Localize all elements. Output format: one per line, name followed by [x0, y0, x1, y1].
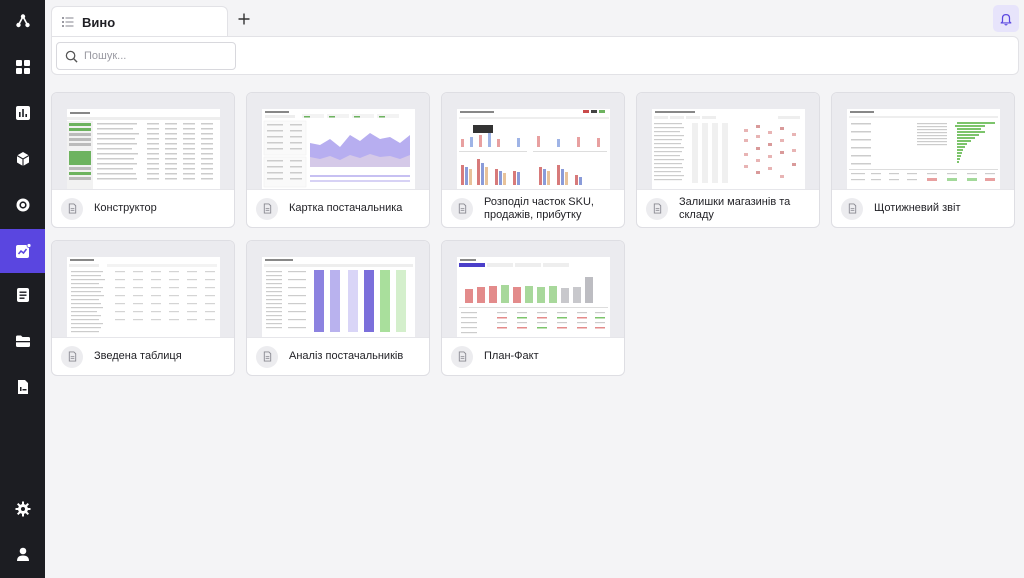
tab-bar: Вино: [45, 0, 1024, 37]
analytics-icon[interactable]: [0, 229, 45, 273]
settings-gear-icon[interactable]: [0, 488, 45, 530]
report-title: Залишки магазинів та складу: [679, 195, 791, 221]
document-icon: [61, 345, 83, 368]
card-footer: Залишки магазинів та складу: [637, 189, 819, 227]
user-profile-icon[interactable]: [0, 533, 45, 575]
card-footer: План-Факт: [442, 337, 624, 375]
tab-label: Вино: [82, 14, 116, 30]
card-footer: Аналіз постачальників: [247, 337, 429, 375]
add-tab-button[interactable]: [235, 10, 253, 28]
report-title: Щотижневий звіт: [874, 202, 961, 214]
report-title: Зведена таблиця: [94, 350, 182, 362]
report-card-pivot-table[interactable]: Зведена таблиця: [51, 240, 235, 376]
search-icon: [65, 50, 78, 63]
search-panel: [51, 36, 1019, 75]
report-preview-image: [457, 109, 610, 189]
card-footer: Щотижневий звіт: [832, 189, 1014, 227]
sidebar: [0, 0, 45, 578]
report-preview-image: [262, 257, 415, 337]
card-footer: Зведена таблиця: [52, 337, 234, 375]
report-card-store-warehouse-stock[interactable]: Залишки магазинів та складу: [636, 92, 820, 228]
search-input[interactable]: [84, 50, 224, 62]
report-preview-image: [457, 257, 610, 337]
report-preview-image: [262, 109, 415, 189]
card-thumbnail-area: [52, 93, 234, 189]
cube-icon[interactable]: [0, 138, 45, 180]
report-title: Розподіл часток SKU, продажів, прибутку: [484, 195, 594, 221]
document-list-icon[interactable]: [0, 274, 45, 316]
document-icon: [256, 197, 278, 220]
card-thumbnail-area: [442, 241, 624, 337]
report-card-weekly-report[interactable]: Щотижневий звіт: [831, 92, 1015, 228]
report-preview-image: [847, 109, 1000, 189]
dashboard-grid-icon[interactable]: [0, 46, 45, 88]
card-thumbnail-area: [637, 93, 819, 189]
report-card-supplier-card[interactable]: Картка постачальника: [246, 92, 430, 228]
bar-chart-icon[interactable]: [0, 92, 45, 134]
report-preview-image: [652, 109, 805, 189]
document-icon: [451, 345, 473, 368]
report-title: Аналіз постачальників: [289, 350, 404, 362]
search-box[interactable]: [56, 42, 236, 70]
report-title: Картка постачальника: [289, 202, 403, 214]
report-card-plan-fact[interactable]: План-Факт: [441, 240, 625, 376]
card-thumbnail-area: [442, 93, 624, 189]
report-card-konstruktor[interactable]: Конструктор: [51, 92, 235, 228]
document-icon: [256, 345, 278, 368]
card-footer: Конструктор: [52, 189, 234, 227]
report-card-supplier-analysis[interactable]: Аналіз постачальників: [246, 240, 430, 376]
report-title: Конструктор: [94, 202, 157, 214]
report-title: План-Факт: [484, 350, 539, 362]
report-card-sku-share-distribution[interactable]: Розподіл часток SKU, продажів, прибутку: [441, 92, 625, 228]
card-thumbnail-area: [247, 93, 429, 189]
report-file-icon[interactable]: [0, 366, 45, 408]
logo-icon[interactable]: [0, 0, 45, 42]
card-footer: Розподіл часток SKU, продажів, прибутку: [442, 189, 624, 227]
card-thumbnail-area: [247, 241, 429, 337]
tab-vyno[interactable]: Вино: [51, 6, 228, 37]
report-preview-image: [67, 109, 220, 189]
folder-icon[interactable]: [0, 320, 45, 362]
document-icon: [646, 197, 668, 220]
card-thumbnail-area: [832, 93, 1014, 189]
document-icon: [61, 197, 83, 220]
document-icon: [451, 197, 473, 220]
bell-icon: [1000, 13, 1012, 25]
plus-icon: [238, 13, 250, 25]
card-footer: Картка постачальника: [247, 189, 429, 227]
report-preview-image: [67, 257, 220, 337]
card-thumbnail-area: [52, 241, 234, 337]
notifications-button[interactable]: [993, 5, 1019, 32]
target-icon[interactable]: [0, 184, 45, 226]
tab-list-icon: [62, 17, 74, 27]
document-icon: [841, 197, 863, 220]
